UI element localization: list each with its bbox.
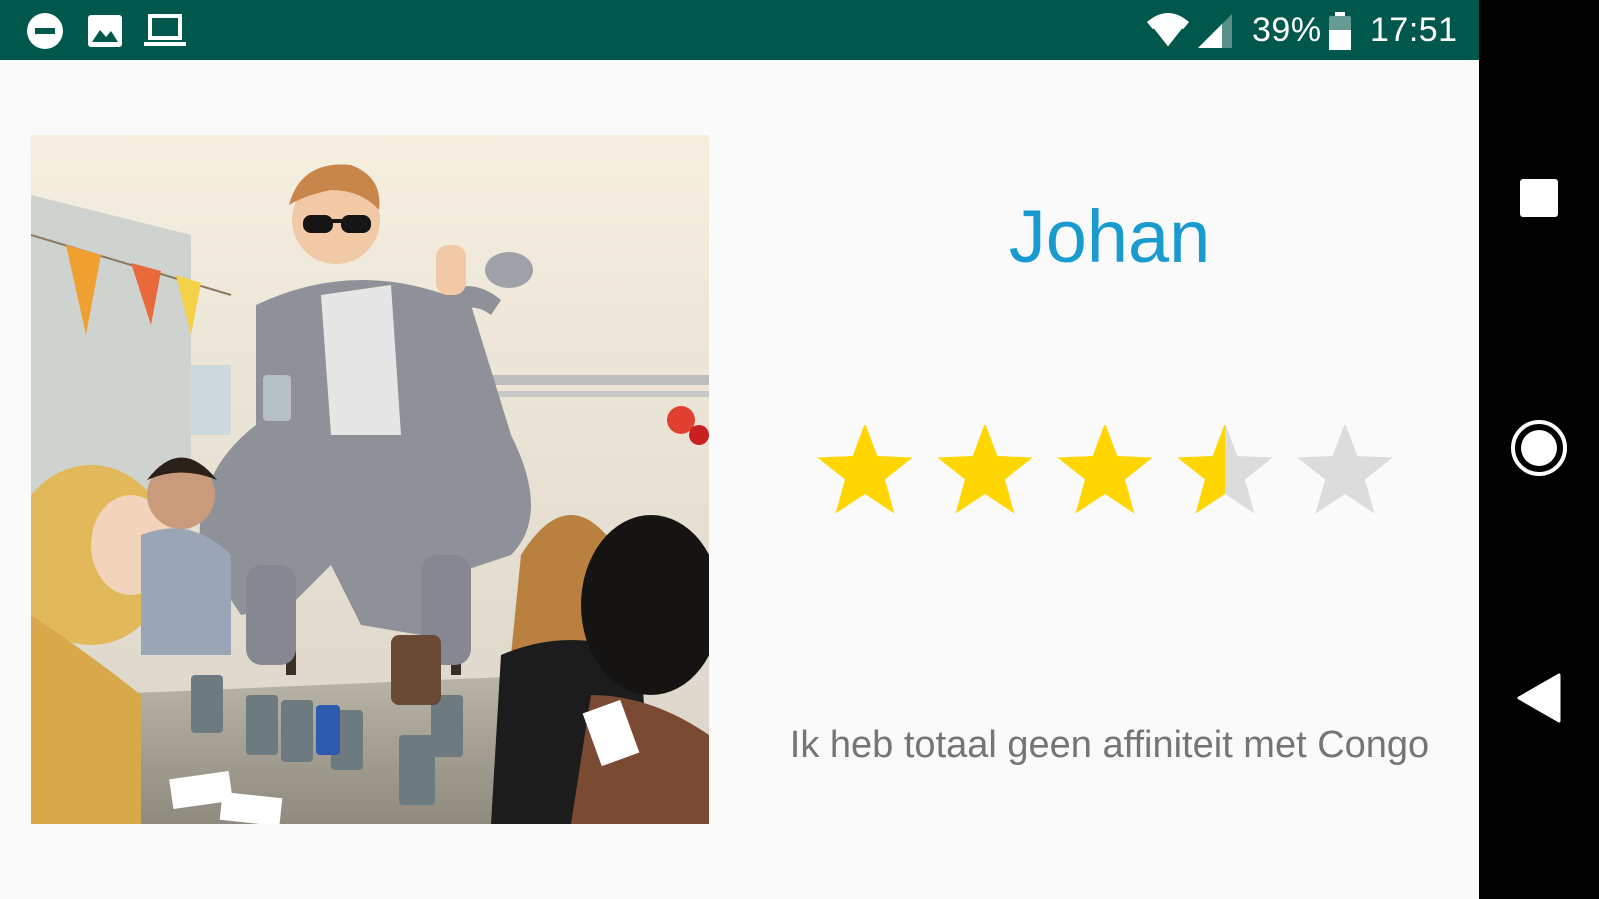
star-5[interactable] [1297, 423, 1393, 514]
star-1[interactable] [817, 423, 913, 514]
star-rating-graphic [817, 423, 1393, 514]
star-3[interactable] [1057, 423, 1153, 514]
star-rating[interactable] [815, 423, 1415, 525]
back-triangle-icon [1517, 673, 1561, 728]
battery-icon [1328, 12, 1352, 55]
home-circle-icon [1509, 418, 1569, 483]
recents-button[interactable] [1479, 155, 1599, 245]
dnd-icon [26, 12, 64, 55]
star-2[interactable] [937, 423, 1033, 514]
navigation-bar [1479, 0, 1599, 899]
profile-caption: Ik heb totaal geen affiniteit met Congo [789, 724, 1430, 766]
wifi-icon [1146, 10, 1190, 55]
back-button[interactable] [1479, 655, 1599, 745]
party-photo-illustration [31, 135, 709, 824]
laptop-icon [144, 12, 186, 55]
signal-icon [1196, 12, 1234, 55]
profile-name: Johan [1008, 195, 1211, 278]
clock: 17:51 [1370, 11, 1458, 49]
profile-photo [31, 135, 709, 824]
recents-square-icon [1519, 178, 1559, 223]
star-4[interactable] [1177, 423, 1273, 514]
image-icon [86, 12, 124, 55]
battery-percent: 39% [1252, 11, 1322, 49]
home-button[interactable] [1479, 405, 1599, 495]
status-bar: 39% 17:51 [0, 0, 1479, 60]
